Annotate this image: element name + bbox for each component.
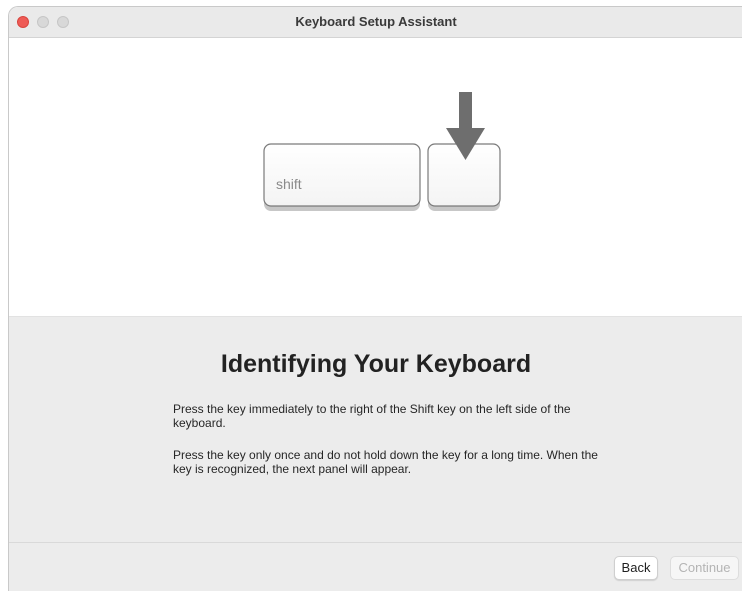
button-bar: Back Continue [9,542,742,591]
shift-key-label: shift [276,176,302,192]
title-bar: Keyboard Setup Assistant [9,7,742,38]
keyboard-setup-window: Keyboard Setup Assistant shift Identifyi… [8,6,742,591]
instruction-panel: Identifying Your Keyboard Press the key … [9,316,742,543]
continue-button[interactable]: Continue [670,556,739,580]
window-title: Keyboard Setup Assistant [295,14,457,29]
instruction-text-1: Press the key immediately to the right o… [173,402,571,430]
shift-key: shift [263,143,421,211]
page-title: Identifying Your Keyboard [220,350,532,378]
back-button[interactable]: Back [614,556,658,580]
keyboard-keys-graphic: shift [263,92,501,211]
instruction-text-2: Press the key only once and do not hold … [173,448,598,476]
keyboard-illustration: shift [9,38,742,316]
